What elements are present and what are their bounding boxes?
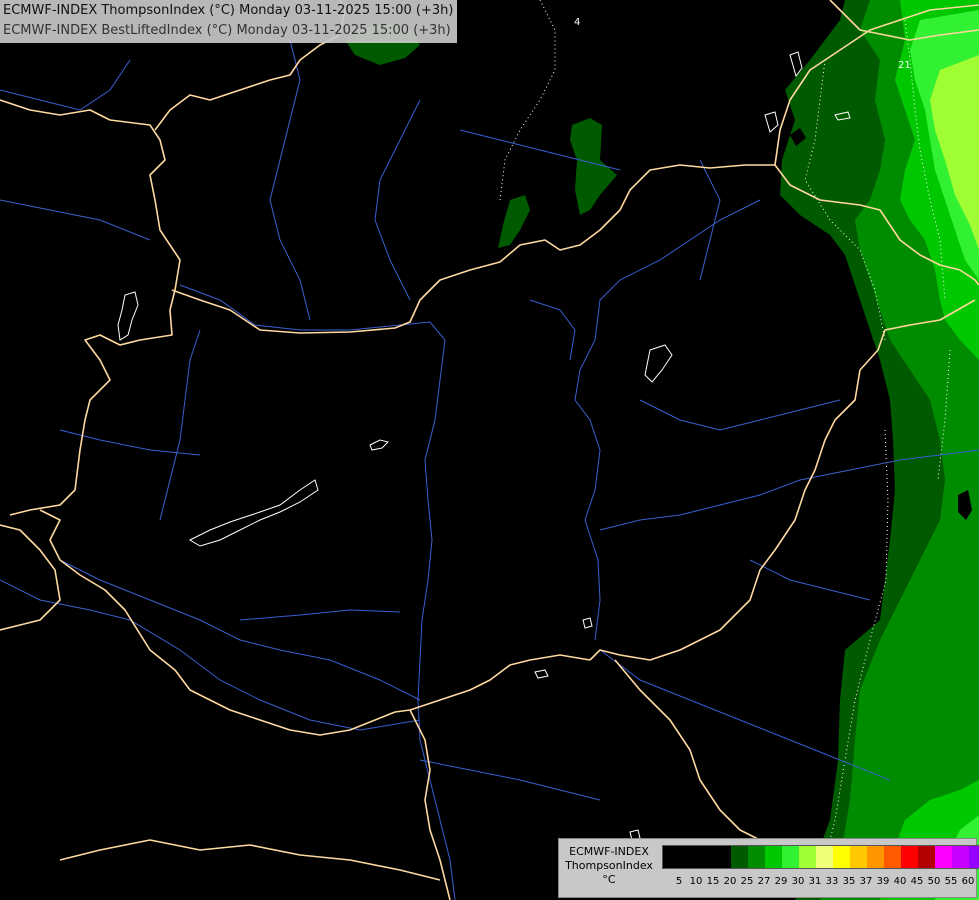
legend-tick-0: 5 bbox=[675, 876, 683, 887]
legend-swatch-17 bbox=[952, 846, 969, 868]
legend-tick-11: 37 bbox=[859, 876, 873, 887]
contour-label-4: 4 bbox=[574, 17, 580, 28]
legend-tick-6: 29 bbox=[774, 876, 788, 887]
legend-tick-3: 20 bbox=[723, 876, 737, 887]
map-title-box: ECMWF-INDEX ThompsonIndex (°C) Monday 03… bbox=[0, 0, 458, 43]
legend-swatch-6 bbox=[765, 846, 782, 868]
legend-tick-5: 27 bbox=[757, 876, 771, 887]
legend-swatch-2 bbox=[697, 846, 714, 868]
legend-swatch-7 bbox=[782, 846, 799, 868]
legend-swatch-14 bbox=[901, 846, 918, 868]
contour-label-21: 21 bbox=[898, 60, 911, 71]
legend-swatch-15 bbox=[918, 846, 935, 868]
legend-swatch-13 bbox=[884, 846, 901, 868]
legend-tick-12: 39 bbox=[876, 876, 890, 887]
legend-label-model: ECMWF-INDEX bbox=[569, 845, 649, 858]
legend-tick-2: 15 bbox=[706, 876, 720, 887]
legend-swatch-16 bbox=[935, 846, 952, 868]
legend-tick-17: 60 bbox=[961, 876, 975, 887]
legend-swatch-11 bbox=[850, 846, 867, 868]
legend-swatch-10 bbox=[833, 846, 850, 868]
map-title-bestlifted: ECMWF-INDEX BestLiftedIndex (°C) Monday … bbox=[3, 23, 451, 38]
legend-tick-1: 10 bbox=[689, 876, 703, 887]
legend-tick-14: 45 bbox=[910, 876, 924, 887]
legend-tick-7: 30 bbox=[791, 876, 805, 887]
weather-map: 4 21 bbox=[0, 0, 979, 900]
legend-swatches bbox=[662, 845, 979, 869]
legend-swatch-5 bbox=[748, 846, 765, 868]
map-title-thompson: ECMWF-INDEX ThompsonIndex (°C) Monday 03… bbox=[3, 3, 454, 18]
legend-tick-15: 50 bbox=[927, 876, 941, 887]
legend-tick-16: 55 bbox=[944, 876, 958, 887]
legend-swatch-12 bbox=[867, 846, 884, 868]
legend-label-unit: °C bbox=[602, 873, 616, 886]
legend-label-index: ThompsonIndex bbox=[565, 859, 653, 872]
legend-swatch-1 bbox=[680, 846, 697, 868]
legend-swatch-18 bbox=[969, 846, 979, 868]
legend-swatch-0 bbox=[663, 846, 680, 868]
legend-tick-9: 33 bbox=[825, 876, 839, 887]
legend-label: ECMWF-INDEX ThompsonIndex °C bbox=[559, 845, 659, 887]
legend-swatch-4 bbox=[731, 846, 748, 868]
legend-tick-10: 35 bbox=[842, 876, 856, 887]
legend-tick-4: 25 bbox=[740, 876, 754, 887]
legend-tick-13: 40 bbox=[893, 876, 907, 887]
legend-swatch-8 bbox=[799, 846, 816, 868]
color-legend: ECMWF-INDEX ThompsonIndex °C 5 10 15 20 25 27… bbox=[558, 838, 979, 898]
legend-swatch-9 bbox=[816, 846, 833, 868]
legend-swatch-3 bbox=[714, 846, 731, 868]
legend-tick-8: 31 bbox=[808, 876, 822, 887]
